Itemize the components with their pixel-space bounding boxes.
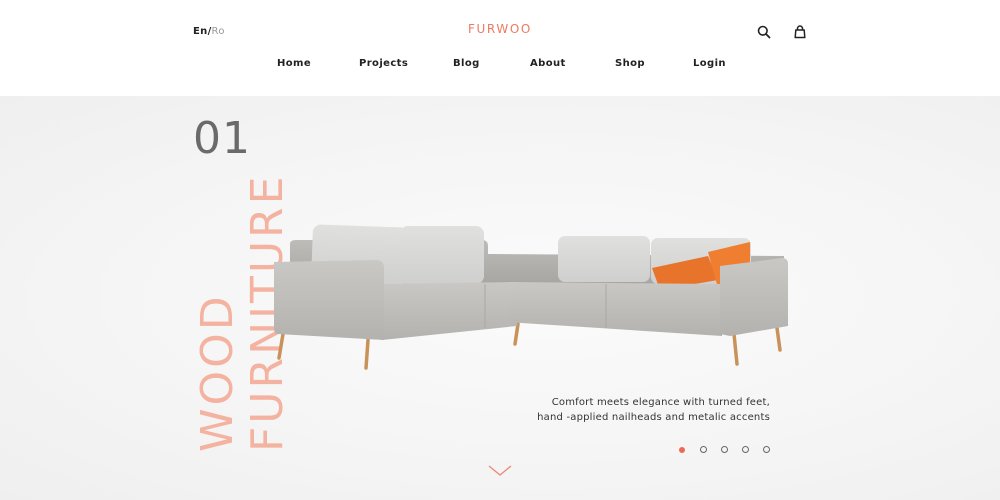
nav-projects[interactable]: Projects — [359, 58, 408, 69]
hero-description: Comfort meets elegance with turned feet,… — [520, 395, 770, 425]
description-line-1: Comfort meets elegance with turned feet, — [551, 397, 770, 408]
chevron-down-icon — [488, 465, 512, 476]
slide-number: 01 — [193, 113, 251, 164]
description-line-2: hand -applied nailheads and metalic acce… — [537, 412, 770, 423]
nav-blog[interactable]: Blog — [453, 58, 480, 69]
hero-title-wood: WOOD — [192, 293, 243, 452]
nav-login[interactable]: Login — [693, 58, 726, 69]
slider-dot-5[interactable] — [763, 446, 770, 453]
nav-about[interactable]: About — [530, 58, 566, 69]
site-header: En/Ro FURWOO Home Projects Blog About Sh… — [0, 0, 1000, 96]
sofa-image — [274, 224, 788, 370]
logo[interactable]: FURWOO — [468, 22, 532, 36]
slider-dot-3[interactable] — [721, 446, 728, 453]
shopping-bag-icon — [794, 25, 806, 39]
search-button[interactable] — [756, 24, 772, 40]
slider-dot-1[interactable] — [679, 447, 685, 453]
cart-button[interactable] — [792, 24, 808, 40]
scroll-down-button[interactable] — [486, 463, 514, 479]
slider-dot-2[interactable] — [700, 446, 707, 453]
logo-container: FURWOO — [0, 22, 1000, 36]
nav-shop[interactable]: Shop — [615, 58, 645, 69]
search-icon — [757, 25, 771, 39]
nav-home[interactable]: Home — [277, 58, 311, 69]
slider-dot-4[interactable] — [742, 446, 749, 453]
main-nav: Home Projects Blog About Shop Login — [0, 58, 1000, 72]
